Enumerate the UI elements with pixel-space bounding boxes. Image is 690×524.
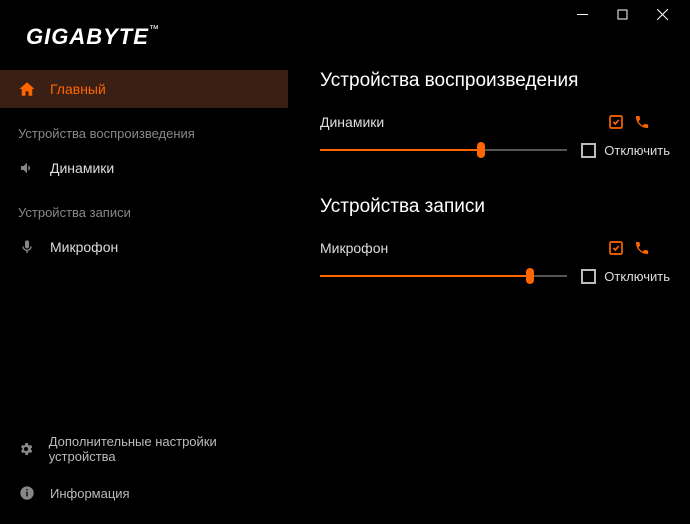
speaker-icon: [18, 159, 36, 177]
default-device-icon[interactable]: [608, 240, 624, 256]
main-panel: Устройства воспроизведения Динамики: [288, 28, 690, 524]
sidebar-advanced[interactable]: Дополнительные настройки устройства: [0, 424, 288, 474]
info-icon: [18, 484, 36, 502]
sidebar-microphone-label: Микрофон: [50, 239, 118, 255]
maximize-icon: [617, 9, 628, 20]
recording-title: Устройства записи: [320, 196, 670, 218]
sidebar-microphone[interactable]: Микрофон: [0, 228, 288, 266]
recording-mute-checkbox[interactable]: [581, 269, 596, 284]
playback-section: Устройства воспроизведения Динамики: [320, 70, 670, 160]
home-icon: [18, 80, 36, 98]
sidebar-advanced-label: Дополнительные настройки устройства: [49, 434, 270, 464]
nav-home[interactable]: Главный: [0, 70, 288, 108]
close-button[interactable]: [642, 0, 682, 28]
playback-mute-checkbox[interactable]: [581, 143, 596, 158]
sidebar-recording-header: Устройства записи: [0, 187, 288, 228]
playback-device-label: Динамики: [320, 114, 608, 130]
sidebar-speakers[interactable]: Динамики: [0, 149, 288, 187]
gear-icon: [18, 440, 35, 458]
sidebar-info[interactable]: Информация: [0, 474, 288, 512]
sidebar-playback-header: Устройства воспроизведения: [0, 108, 288, 149]
nav-home-label: Главный: [50, 81, 106, 97]
sidebar-info-label: Информация: [50, 486, 130, 501]
communication-device-icon[interactable]: [634, 240, 650, 256]
sidebar-speakers-label: Динамики: [50, 160, 114, 176]
microphone-icon: [18, 238, 36, 256]
close-icon: [657, 9, 668, 20]
recording-device-label: Микрофон: [320, 240, 608, 256]
minimize-button[interactable]: [562, 0, 602, 28]
playback-volume-slider[interactable]: [320, 140, 567, 160]
playback-mute-label: Отключить: [604, 143, 670, 158]
recording-volume-slider[interactable]: [320, 266, 567, 286]
recording-section: Устройства записи Микрофон: [320, 196, 670, 286]
brand-logo: GIGABYTE™: [26, 24, 160, 50]
maximize-button[interactable]: [602, 0, 642, 28]
minimize-icon: [577, 9, 588, 20]
recording-mute-label: Отключить: [604, 269, 670, 284]
playback-title: Устройства воспроизведения: [320, 70, 670, 92]
communication-device-icon[interactable]: [634, 114, 650, 130]
default-device-icon[interactable]: [608, 114, 624, 130]
sidebar: Главный Устройства воспроизведения Динам…: [0, 28, 288, 524]
